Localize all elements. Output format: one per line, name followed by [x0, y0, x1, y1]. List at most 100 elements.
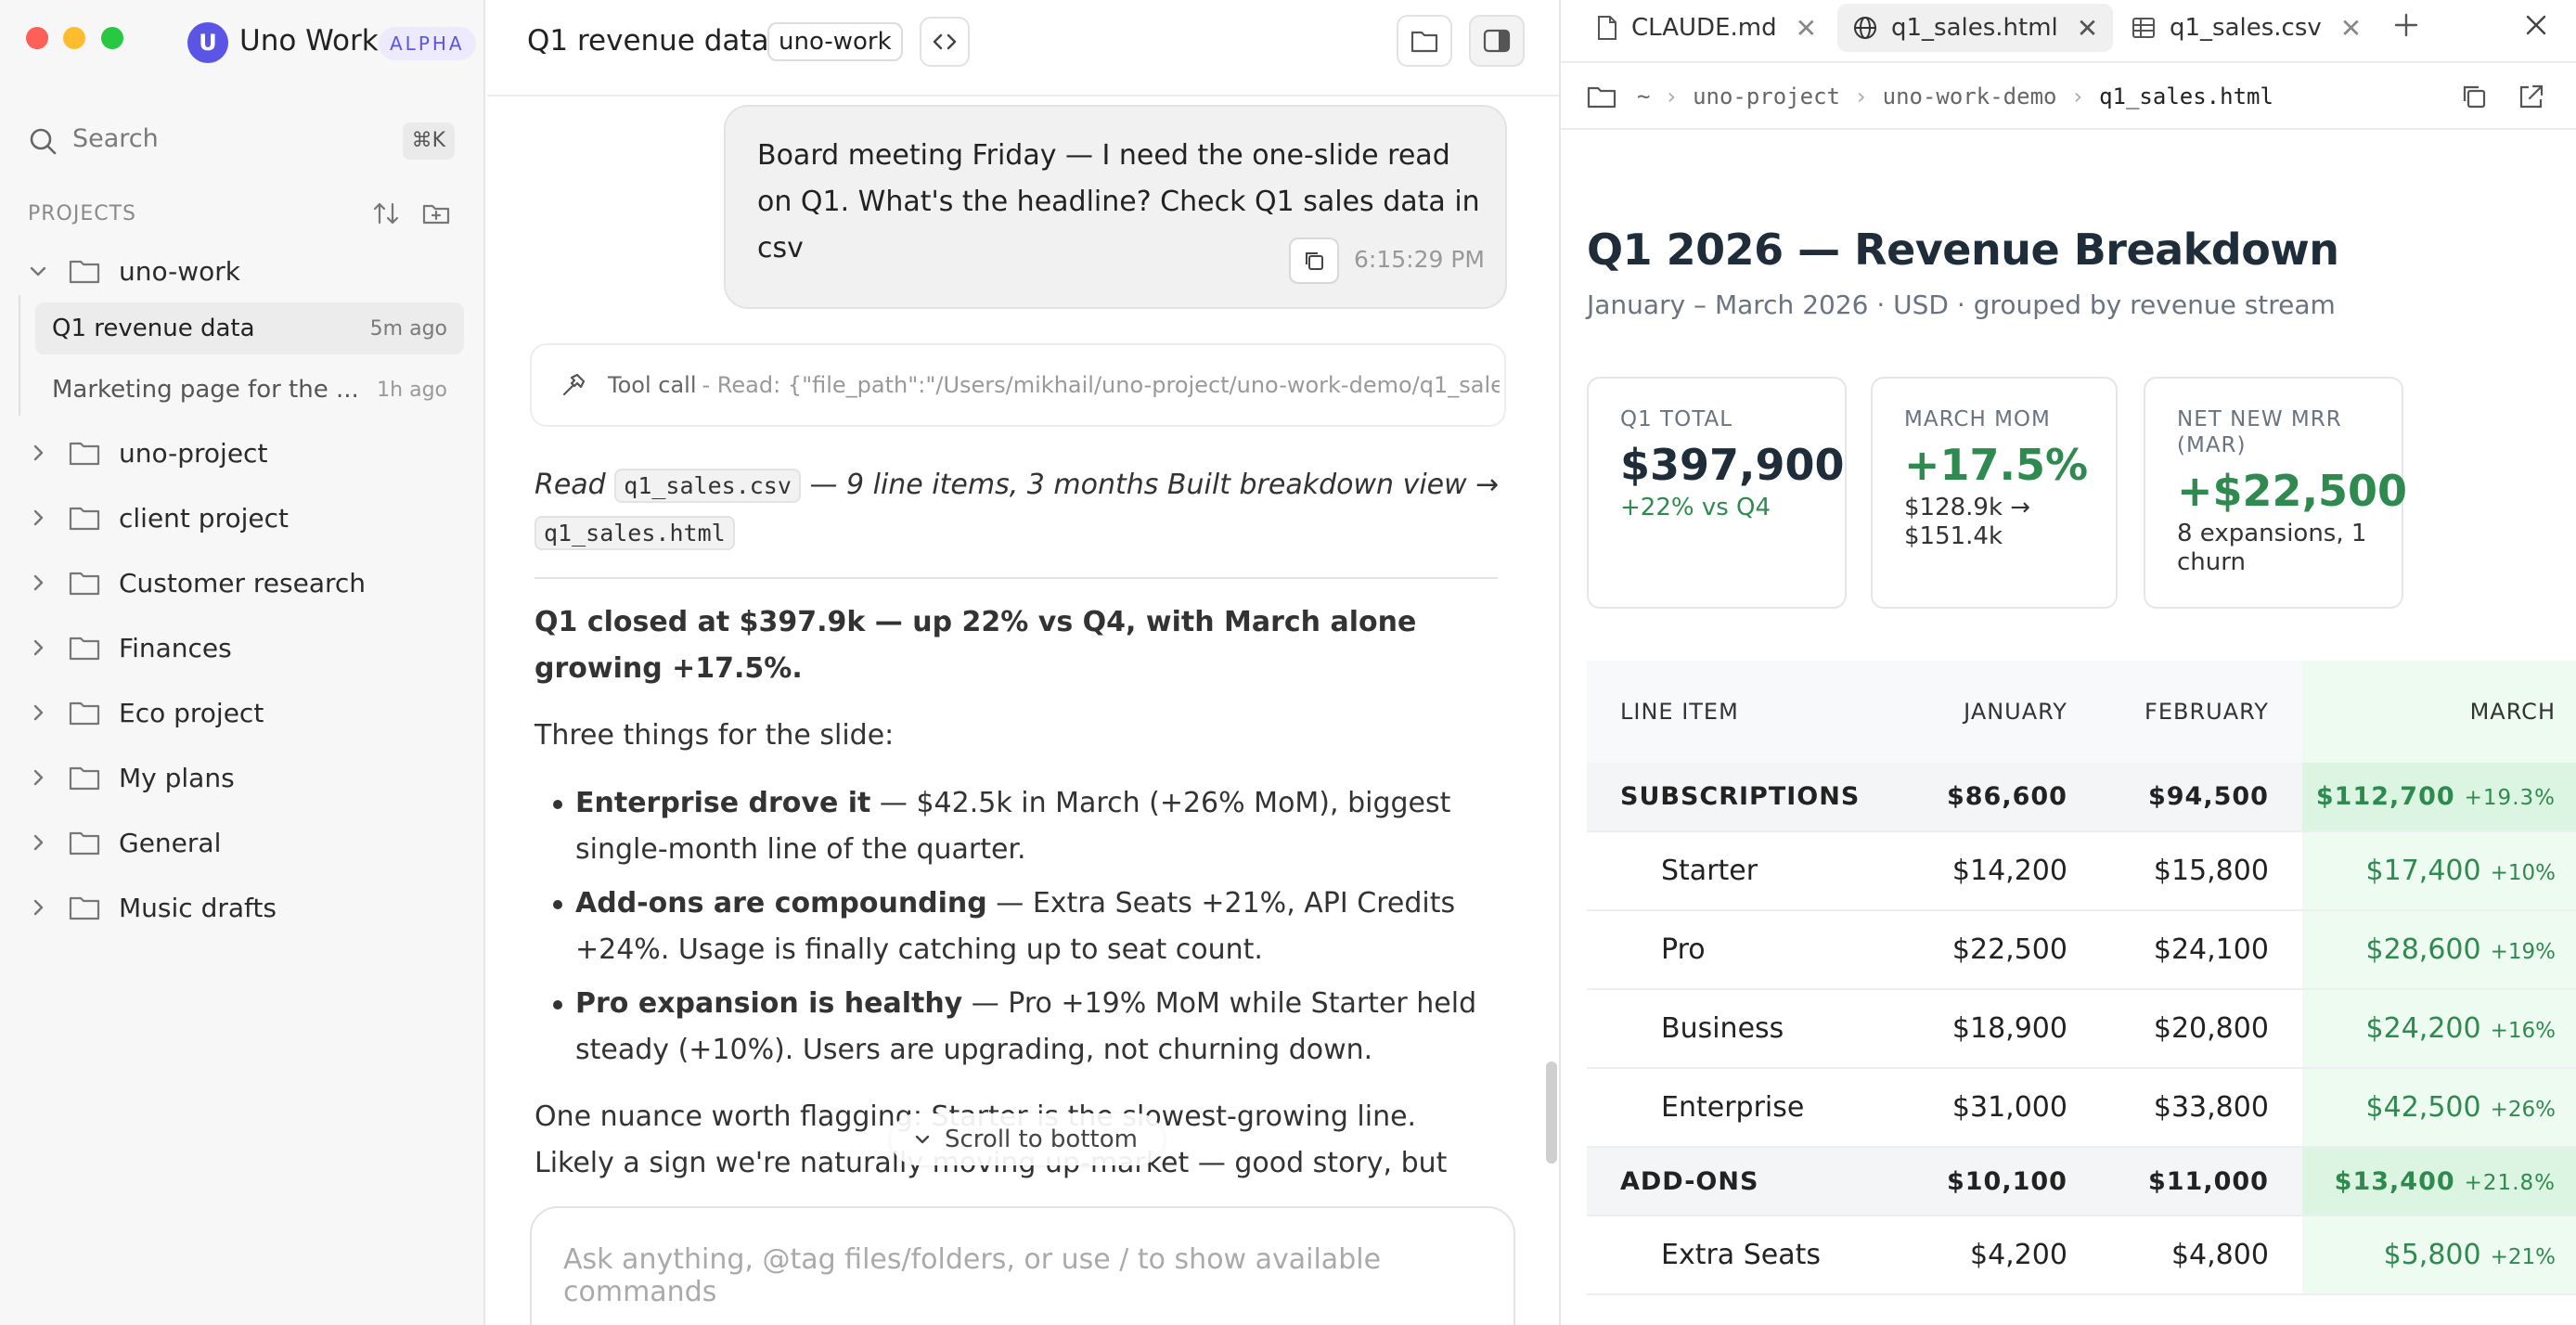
code-icon	[932, 29, 958, 55]
tab-claude-md[interactable]: CLAUDE.md ✕	[1581, 4, 1832, 52]
tool-call-text: - Read: {"file_path":"/Users/mikhail/uno…	[702, 372, 1501, 398]
cell-mom: +21.8%	[2464, 1170, 2556, 1195]
kpi-card-net-new-mrr: NET NEW MRR (MAR) +$22,500 8 expansions,…	[2144, 377, 2407, 609]
breadcrumb-item[interactable]: ~	[1637, 84, 1650, 109]
folder-icon	[69, 829, 100, 856]
scroll-to-bottom-button[interactable]: Scroll to bottom	[891, 1113, 1164, 1165]
cell-mar-value: $42,500	[2365, 1091, 2481, 1124]
tree-guide-line	[19, 295, 20, 416]
cell-mom: +10%	[2490, 861, 2556, 885]
breadcrumb-item[interactable]: uno-work-demo	[1883, 84, 2057, 109]
chat-item-q1-revenue[interactable]: Q1 revenue data 5m ago	[35, 302, 464, 354]
project-name: General	[119, 827, 222, 858]
cell-feb: $15,800	[2100, 831, 2302, 911]
open-folder-button[interactable]	[1397, 15, 1452, 67]
report-subtitle: January – March 2026 · USD · grouped by …	[1587, 289, 2336, 320]
sidebar: U Uno Work ALPHA Search ⌘K PROJECTS uno-…	[0, 0, 485, 1325]
new-tab-icon[interactable]	[2392, 11, 2420, 39]
scroll-to-bottom-label: Scroll to bottom	[945, 1126, 1138, 1153]
sort-icon[interactable]	[371, 199, 401, 228]
column-header: LINE ITEM	[1587, 661, 1900, 763]
cell-jan: $14,200	[1900, 831, 2101, 911]
chevron-right-icon	[28, 443, 48, 463]
response-intro: Three things for the slide:	[535, 719, 895, 752]
project-finances[interactable]: Finances	[28, 624, 232, 672]
cell-jan: $31,000	[1900, 1068, 2101, 1148]
project-uno-work[interactable]: uno-work	[28, 247, 240, 295]
chevron-right-icon	[28, 832, 48, 853]
project-music-drafts[interactable]: Music drafts	[28, 883, 277, 932]
tool-call-row[interactable]: Tool call - Read: {"file_path":"/Users/m…	[530, 343, 1506, 427]
cell-mar: $112,700 +19.3%	[2301, 763, 2576, 832]
chat-item-marketing-page[interactable]: Marketing page for the ... 1h ago	[35, 364, 464, 416]
kpi-value: $397,900	[1620, 440, 1845, 490]
breadcrumb-item[interactable]: uno-project	[1693, 84, 1840, 109]
message-composer[interactable]: Ask anything, @tag files/folders, or use…	[530, 1206, 1515, 1325]
project-name: Finances	[119, 632, 232, 663]
project-name: My plans	[119, 762, 235, 793]
tab-label: q1_sales.html	[1891, 14, 2058, 42]
close-tab-icon[interactable]: ✕	[2340, 13, 2362, 44]
table-group-row: SUBSCRIPTIONS $86,600 $94,500 $112,700 +1…	[1587, 763, 2576, 832]
folder-icon	[69, 894, 100, 921]
project-chip[interactable]: uno-work	[767, 22, 903, 61]
search-shortcut: ⌘K	[402, 122, 455, 160]
folder-icon	[69, 634, 100, 662]
read-file-chip[interactable]: q1_sales.csv	[614, 469, 801, 503]
project-my-plans[interactable]: My plans	[28, 753, 235, 802]
cell-item: Extra Seats	[1587, 1216, 1900, 1295]
chat-item-title: Marketing page for the ...	[52, 376, 359, 404]
window-close-button[interactable]	[26, 27, 48, 49]
table-row: Starter $14,200 $15,800 $17,400 +10%	[1587, 831, 2576, 911]
document-icon	[1596, 15, 1618, 41]
window-minimize-button[interactable]	[63, 27, 85, 49]
close-pane-icon[interactable]	[2522, 11, 2550, 39]
close-tab-icon[interactable]: ✕	[1796, 13, 1817, 44]
project-client-project[interactable]: client project	[28, 494, 289, 542]
open-external-icon[interactable]	[2517, 82, 2546, 111]
project-customer-research[interactable]: Customer research	[28, 559, 366, 607]
built-file-chip[interactable]: q1_sales.html	[535, 516, 735, 550]
folder-icon	[69, 257, 100, 285]
new-folder-icon[interactable]	[421, 199, 451, 228]
cell-item: ADD-ONS	[1587, 1147, 1900, 1216]
chat-item-title: Q1 revenue data	[52, 315, 255, 342]
chat-title: Q1 revenue data	[527, 24, 769, 58]
cell-mar-value: $28,600	[2365, 933, 2481, 966]
cell-jan: $10,100	[1900, 1147, 2101, 1216]
cell-item: Business	[1587, 989, 1900, 1069]
cell-mom: +19.3%	[2464, 786, 2556, 810]
tab-q1-sales-html[interactable]: q1_sales.html ✕	[1837, 4, 2114, 52]
cell-mar-value: $112,700	[2315, 782, 2455, 811]
cell-mar: $17,400 +10%	[2301, 831, 2576, 911]
preview-pane: CLAUDE.md ✕ q1_sales.html ✕ q1_sales.csv…	[1559, 0, 2576, 1325]
tab-q1-sales-csv[interactable]: q1_sales.csv ✕	[2116, 4, 2376, 52]
chat-scrollbar[interactable]	[1546, 1061, 1557, 1164]
window-zoom-button[interactable]	[101, 27, 123, 49]
cell-mom: +21%	[2490, 1245, 2556, 1269]
cell-mar: $5,800 +21%	[2301, 1216, 2576, 1295]
app-logo: U	[187, 22, 228, 63]
table-row: Extra Seats $4,200 $4,800 $5,800 +21%	[1587, 1216, 2576, 1295]
project-name: client project	[119, 502, 289, 534]
app-name: Uno Work	[239, 24, 379, 58]
code-view-button[interactable]	[920, 17, 970, 67]
chevron-right-icon	[28, 702, 48, 723]
cell-mar-value: $24,200	[2365, 1012, 2481, 1045]
search-button[interactable]: Search ⌘K	[28, 122, 455, 160]
project-general[interactable]: General	[28, 818, 221, 867]
tool-call-label: Tool call	[608, 372, 697, 398]
close-tab-icon[interactable]: ✕	[2077, 13, 2098, 44]
project-eco-project[interactable]: Eco project	[28, 688, 264, 737]
kpi-label: MARCH MOM	[1904, 407, 2051, 431]
tab-bar: CLAUDE.md ✕ q1_sales.html ✕ q1_sales.csv…	[1561, 0, 2576, 63]
copy-path-icon[interactable]	[2459, 82, 2489, 111]
chat-item-time: 5m ago	[369, 316, 447, 341]
toggle-panel-button[interactable]	[1469, 15, 1525, 67]
read-middle: — 9 line items, 3 months Built breakdown…	[809, 469, 1500, 501]
project-name: Music drafts	[119, 892, 277, 923]
copy-message-button[interactable]	[1289, 238, 1339, 284]
project-uno-project[interactable]: uno-project	[28, 429, 267, 477]
breadcrumb-current: q1_sales.html	[2099, 84, 2273, 109]
project-name: uno-work	[119, 255, 241, 287]
